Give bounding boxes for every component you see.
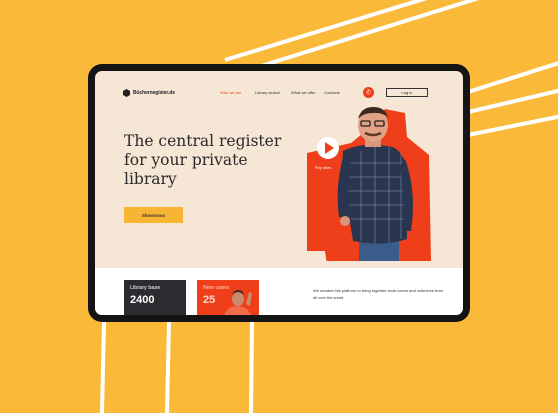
showroom-button[interactable]: Showroom [124,207,183,223]
nav-item-contacts[interactable]: Contacts [324,90,354,95]
logo-icon [123,89,130,97]
phone-icon: ✆ [365,89,372,96]
play-video-button[interactable] [317,137,339,159]
nav-item-what-we-offer[interactable]: What we offer [291,90,324,95]
stat-title: Library base [130,285,161,291]
about-text: We created this platform to bring togeth… [313,288,443,300]
phone-button[interactable]: ✆ [363,87,374,98]
hero-headline: The central register for your private li… [124,132,294,189]
main-nav: Who we are Library search What we offer … [220,90,354,95]
play-video-label: Play video [315,166,332,170]
play-icon [325,142,334,154]
login-button[interactable]: Log in [386,88,428,97]
stats-section: Library base 2400 New users 25 We create… [95,268,463,315]
brand-name: Büchernegister.de [133,90,175,96]
stat-value: 2400 [130,294,155,306]
hero-person-photo [307,107,431,261]
brand-logo[interactable]: Büchernegister.de [123,89,175,97]
headline-line-2: for your private [124,151,248,169]
tablet-device: Büchernegister.de Who we are Library sea… [88,64,470,322]
stat-card-library-base: Library base 2400 [124,280,186,315]
headline-line-3: library [124,170,177,188]
website-screen: Büchernegister.de Who we are Library sea… [95,71,463,315]
stat-card-new-users: New users 25 [197,280,259,315]
nav-item-library-search[interactable]: Library search [255,90,291,95]
new-user-photo [224,290,252,315]
nav-item-who-we-are[interactable]: Who we are [220,90,255,95]
headline-line-1: The central register [124,132,282,150]
